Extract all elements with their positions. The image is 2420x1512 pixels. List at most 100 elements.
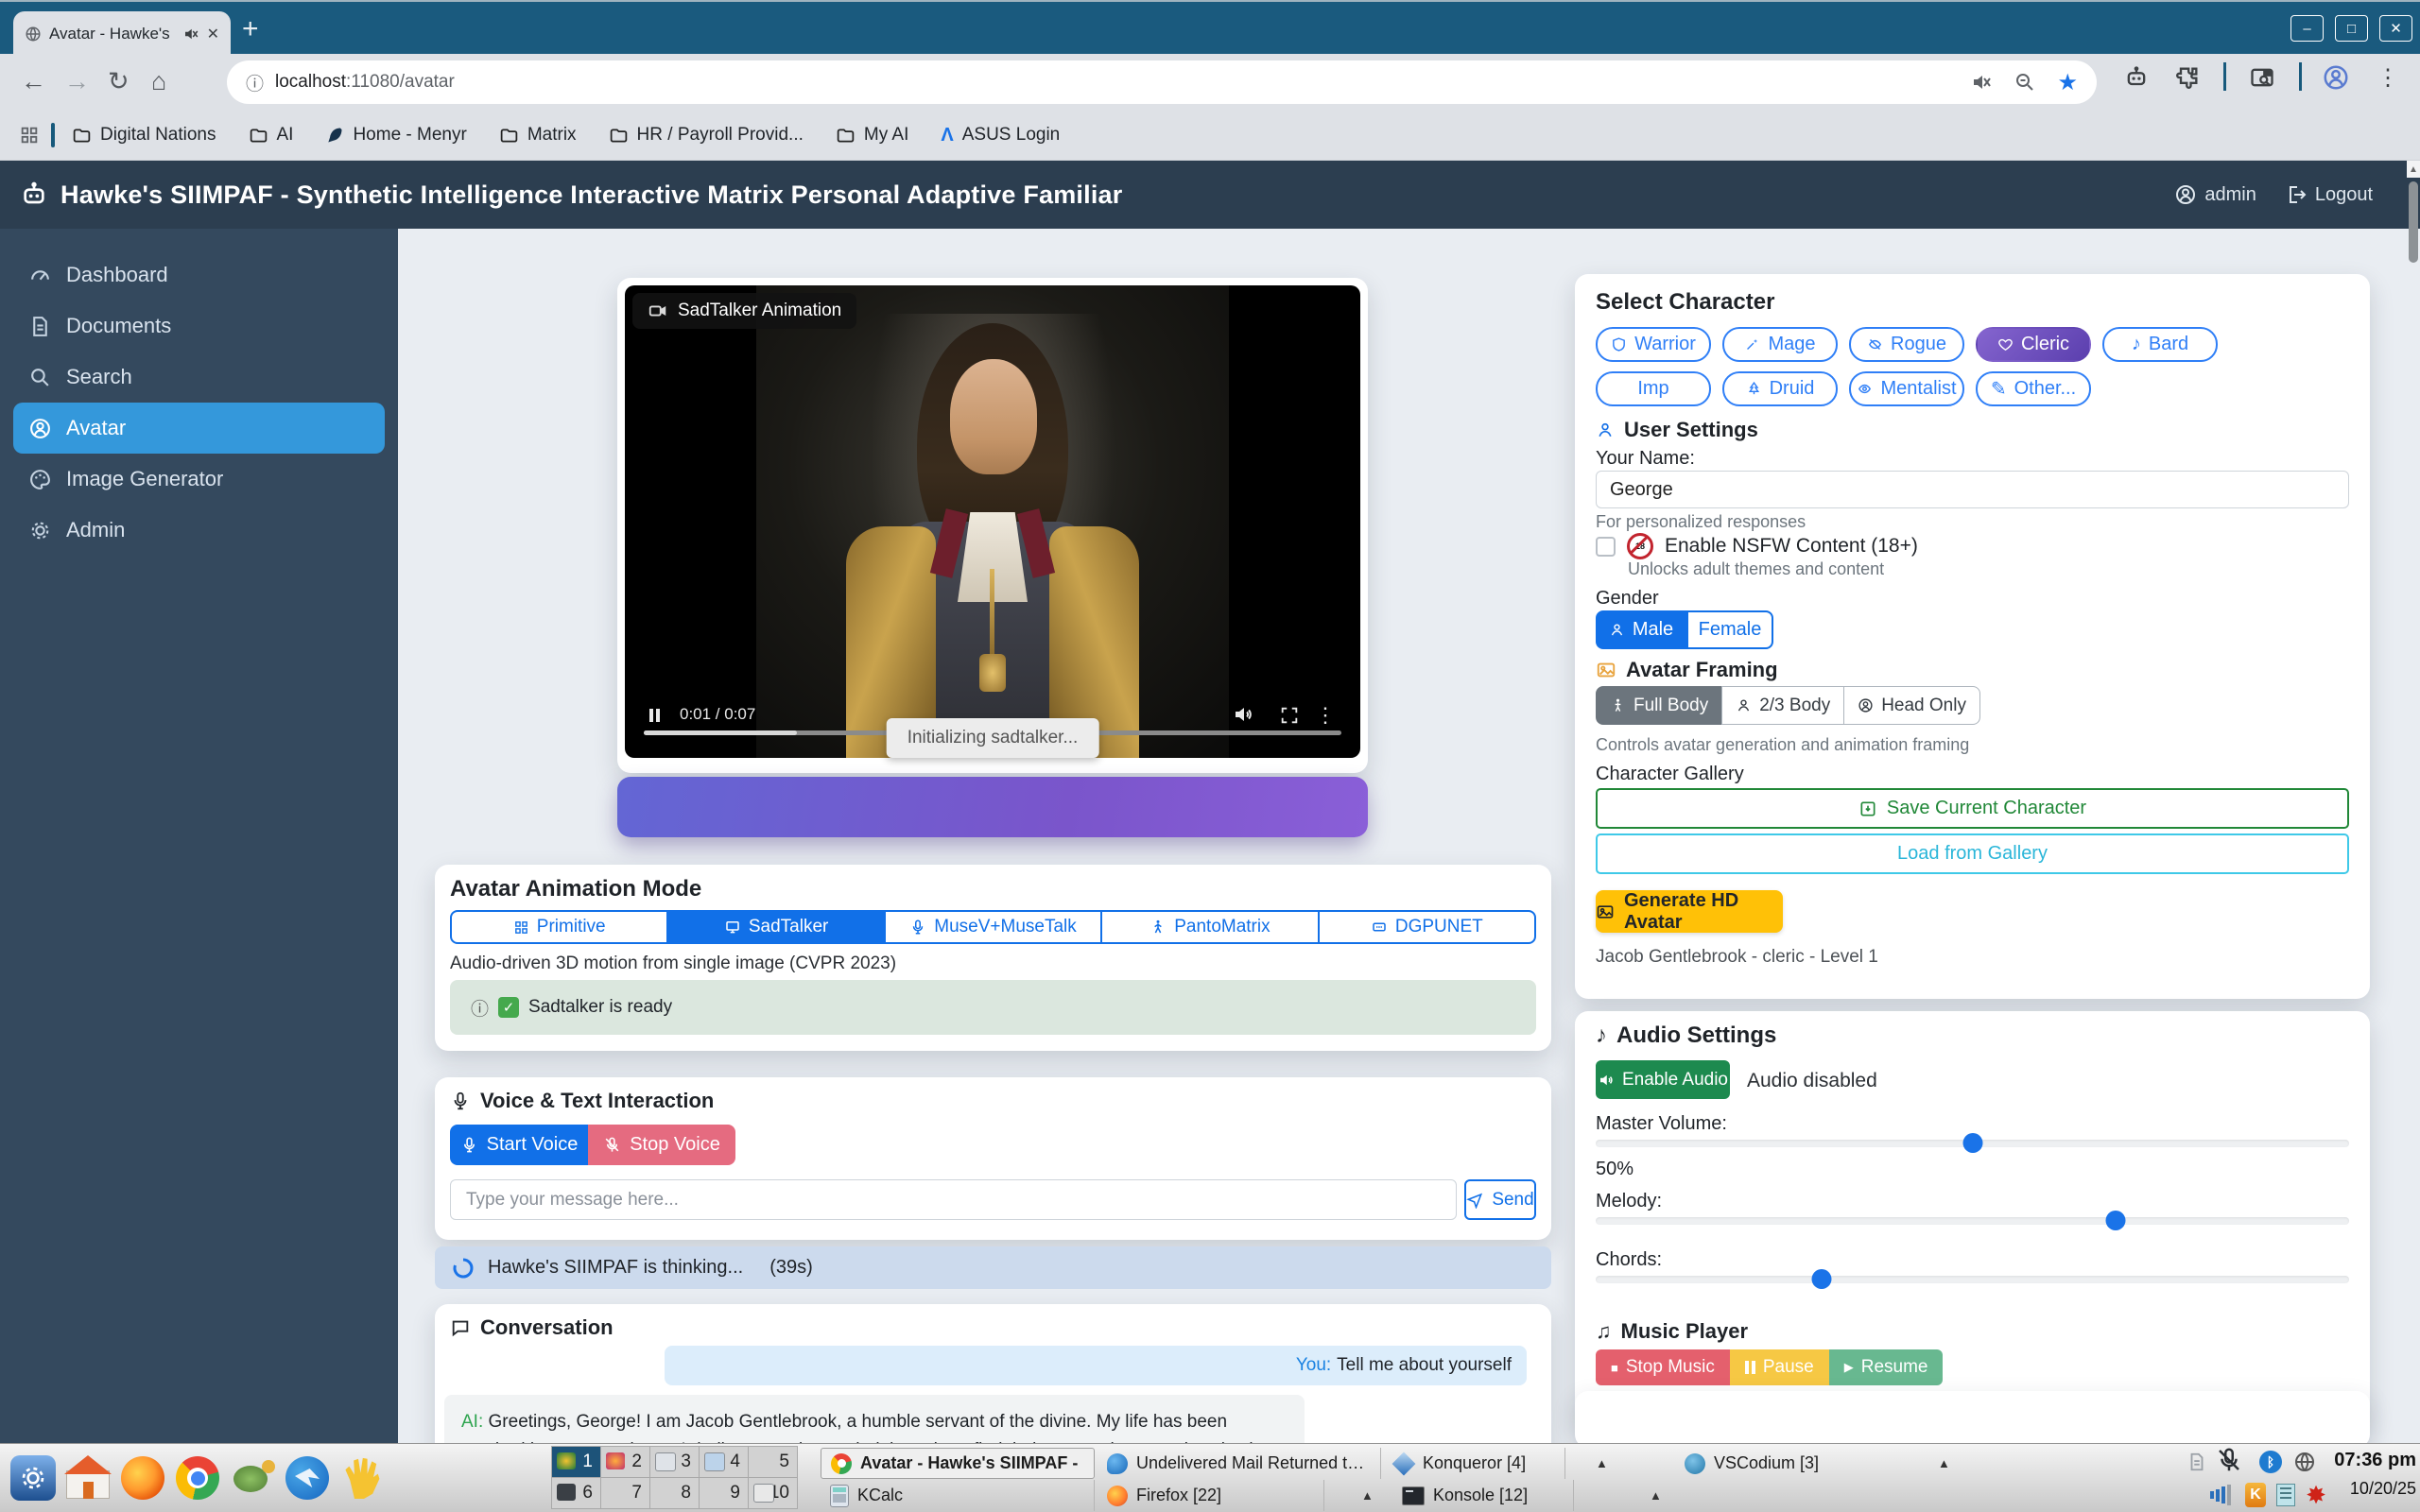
stop-voice-button[interactable]: Stop Voice [588, 1125, 735, 1165]
sidebar-item-avatar[interactable]: Avatar [13, 403, 385, 454]
tab-muted-icon[interactable] [182, 26, 199, 43]
tray-mic-muted-icon[interactable] [2216, 1447, 2242, 1473]
class-bard-button[interactable]: ♪Bard [2102, 327, 2218, 362]
name-field[interactable] [1596, 471, 2349, 508]
tab-musev-musetalk[interactable]: MuseV+MuseTalk [884, 910, 1102, 944]
browser-tab[interactable]: Avatar - Hawke's SIIMPAF - ✕ [13, 11, 231, 56]
extensions-puzzle-icon[interactable] [2174, 64, 2201, 91]
pager-desktop-1[interactable]: 1 [551, 1446, 601, 1478]
taskbar-scroll-arrow[interactable]: ▲ [1650, 1488, 1662, 1503]
profile-avatar-icon[interactable] [2322, 63, 2350, 92]
reload-button[interactable]: ↻ [108, 69, 130, 94]
sidebar-item-search[interactable]: Search [0, 352, 398, 403]
new-tab-button[interactable]: + [242, 13, 259, 45]
master-volume-slider[interactable] [1596, 1140, 2349, 1147]
apps-grid-icon[interactable] [19, 125, 40, 146]
taskbar-window-konsole[interactable]: Konsole [12] [1392, 1480, 1574, 1511]
slider-thumb[interactable] [2105, 1211, 2125, 1230]
current-user[interactable]: admin [2174, 183, 2256, 206]
app-launcher-tde-icon[interactable] [8, 1452, 59, 1503]
bookmark-item[interactable]: HR / Payroll Provid... [609, 125, 804, 146]
class-mage-button[interactable]: Mage [1722, 327, 1838, 362]
pager-desktop-8[interactable]: 8 [649, 1477, 700, 1509]
taskbar-scroll-arrow[interactable]: ▲ [1938, 1456, 1950, 1470]
window-minimize-button[interactable]: – [2290, 15, 2324, 42]
bookmark-item[interactable]: AI [249, 125, 294, 146]
slider-thumb[interactable] [1962, 1133, 1982, 1153]
taskbar-window-kcalc[interactable]: KCalc [821, 1480, 1095, 1511]
class-druid-button[interactable]: Druid [1722, 371, 1838, 406]
window-maximize-button[interactable]: □ [2335, 15, 2368, 42]
bookmark-item[interactable]: My AI [836, 125, 909, 146]
taskbar-window-vscodium[interactable]: VSCodium [3] [1675, 1448, 1874, 1479]
pager-desktop-4[interactable]: 4 [699, 1446, 749, 1478]
nsfw-checkbox[interactable] [1596, 537, 1616, 557]
firefox-icon[interactable] [117, 1452, 168, 1503]
pager-desktop-9[interactable]: 9 [699, 1477, 749, 1509]
turtle-icon[interactable] [227, 1452, 278, 1503]
start-voice-button[interactable]: Start Voice [450, 1125, 588, 1165]
video-menu-kebab-icon[interactable]: ⋮ [1315, 703, 1336, 728]
sidebar-item-documents[interactable]: Documents [0, 301, 398, 352]
tray-kde-k-icon[interactable]: K [2242, 1482, 2269, 1508]
bookmark-item[interactable]: ΛASUS Login [941, 125, 1060, 146]
home-folder-icon[interactable] [62, 1452, 113, 1503]
scrollbar-thumb[interactable] [2409, 181, 2418, 263]
tab-primitive[interactable]: Primitive [450, 910, 668, 944]
bookmark-star-icon[interactable]: ★ [2057, 69, 2078, 96]
tray-notes-icon[interactable] [2273, 1482, 2299, 1508]
pager-desktop-10[interactable]: 10 [748, 1477, 798, 1509]
thunderbird-icon[interactable] [282, 1452, 333, 1503]
address-bar[interactable]: ⓘ localhost:11080/avatar ★ [227, 60, 2097, 104]
side-panel-search-icon[interactable] [2248, 64, 2276, 91]
tab-close-icon[interactable]: ✕ [207, 25, 219, 43]
taskbar-scroll-arrow[interactable]: ▲ [1596, 1456, 1608, 1470]
class-cleric-button[interactable]: Cleric [1976, 327, 2091, 362]
taskbar-window-konqueror[interactable]: Konqueror [4] [1384, 1448, 1565, 1479]
taskbar-window-chrome-avatar[interactable]: Avatar - Hawke's SIIMPAF - [821, 1448, 1095, 1479]
ai-assistant-icon[interactable] [2123, 64, 2150, 91]
tray-alert-badge-icon[interactable]: ✸ [2303, 1482, 2329, 1508]
video-pause-button[interactable] [649, 709, 660, 722]
chords-slider[interactable] [1596, 1276, 2349, 1283]
logout-button[interactable]: Logout [2285, 183, 2373, 206]
pager-desktop-6[interactable]: 6 [551, 1477, 601, 1509]
taskbar-clock[interactable]: 07:36 pm 10/20/25 [2331, 1450, 2416, 1499]
bookmark-item[interactable]: Digital Nations [72, 125, 216, 146]
load-gallery-button[interactable]: Load from Gallery [1596, 833, 2349, 874]
class-mentalist-button[interactable]: Mentalist [1849, 371, 1964, 406]
video-fullscreen-icon[interactable] [1279, 705, 1300, 726]
tab-sadtalker[interactable]: SadTalker [666, 910, 885, 944]
pager-desktop-7[interactable]: 7 [600, 1477, 650, 1509]
melody-slider[interactable] [1596, 1217, 2349, 1225]
class-warrior-button[interactable]: Warrior [1596, 327, 1711, 362]
tab-pantomatrix[interactable]: PantoMatrix [1100, 910, 1319, 944]
tab-mute-icon[interactable] [1970, 71, 1993, 94]
bookmark-item[interactable]: Matrix [499, 125, 577, 146]
stop-music-button[interactable]: ■Stop Music [1596, 1349, 1730, 1385]
pause-button[interactable]: Pause [1730, 1349, 1829, 1385]
sidebar-item-dashboard[interactable]: Dashboard [0, 249, 398, 301]
class-rogue-button[interactable]: Rogue [1849, 327, 1964, 362]
site-info-icon[interactable]: ⓘ [246, 70, 264, 95]
sidebar-item-admin[interactable]: Admin [0, 505, 398, 556]
gender-male-button[interactable]: Male [1596, 610, 1686, 649]
tray-document-icon[interactable] [2184, 1449, 2210, 1475]
class-other-button[interactable]: ✎Other... [1976, 371, 2091, 406]
home-button[interactable]: ⌂ [151, 69, 166, 94]
scrollbar-up-arrow[interactable]: ▲ [2407, 161, 2420, 178]
send-button[interactable]: Send [1464, 1179, 1536, 1220]
enable-audio-button[interactable]: Enable Audio [1596, 1060, 1730, 1099]
forward-button[interactable]: → [64, 69, 90, 94]
framing-head-only-button[interactable]: Head Only [1843, 686, 1980, 725]
generate-hd-avatar-button[interactable]: Generate HD Avatar [1596, 890, 1783, 933]
message-input[interactable] [450, 1179, 1457, 1220]
tray-signal-chart-icon[interactable] [2208, 1482, 2235, 1508]
browser-menu-kebab-icon[interactable]: ⋮ [2377, 64, 2399, 92]
taskbar-window-mail[interactable]: Undelivered Mail Returned to Se [1098, 1448, 1381, 1479]
gender-female-button[interactable]: Female [1686, 610, 1773, 649]
class-imp-button[interactable]: Imp [1596, 371, 1711, 406]
framing-full-body-button[interactable]: Full Body [1596, 686, 1722, 725]
window-close-button[interactable]: ✕ [2379, 15, 2412, 42]
save-character-button[interactable]: Save Current Character [1596, 788, 2349, 829]
